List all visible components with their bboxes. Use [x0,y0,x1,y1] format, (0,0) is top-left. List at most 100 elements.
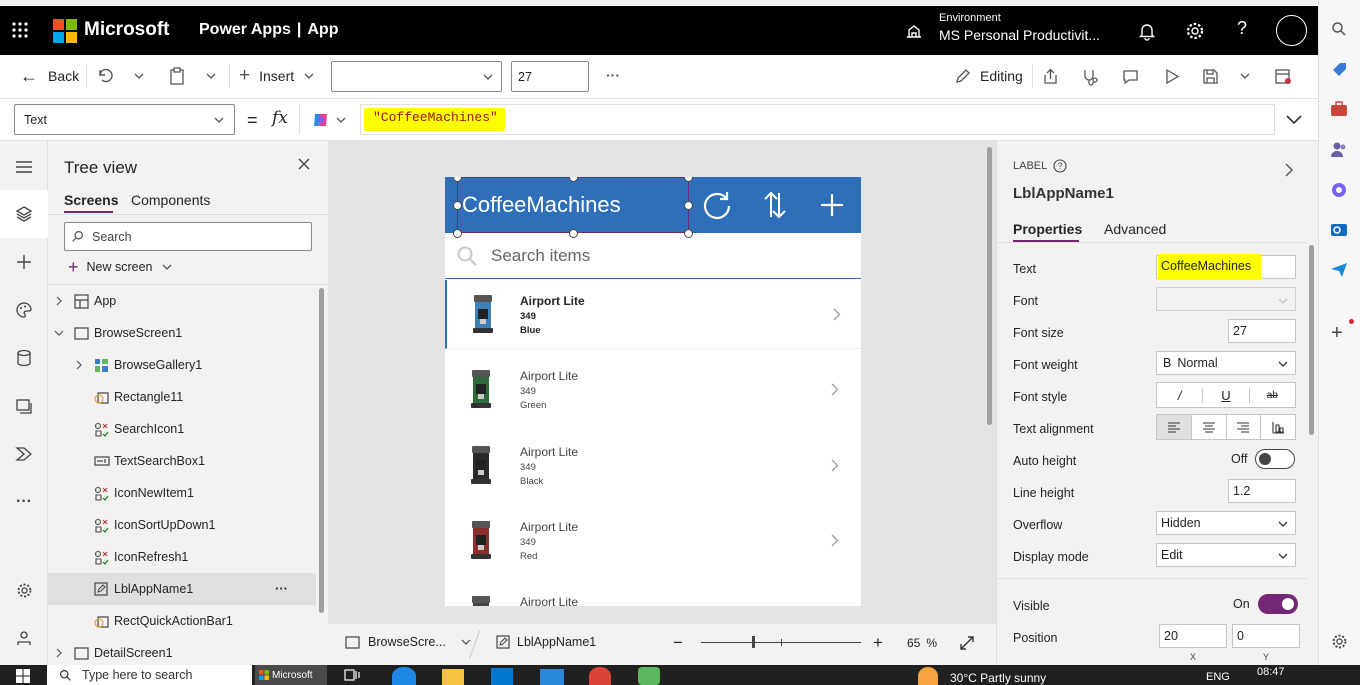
save-icon[interactable] [1202,68,1219,85]
chevron-right-icon[interactable] [1284,162,1294,178]
font-weight-dropdown[interactable]: B Normal [1156,351,1296,375]
resize-handle[interactable] [453,201,462,210]
data-icon[interactable] [0,334,48,382]
align-center-icon[interactable] [1192,415,1227,439]
tab-properties[interactable]: Properties [1013,221,1082,237]
browse-gallery[interactable]: Airport Lite 349 Blue Airport Lite 349 G… [445,280,861,606]
search-items-box[interactable]: Search items [445,233,861,279]
virtual-agent-icon[interactable] [0,614,48,662]
copilot-icon[interactable] [1330,181,1348,199]
copilot-button[interactable] [311,110,347,130]
paste-dropdown-icon[interactable] [205,70,217,82]
control-selector[interactable]: LblAppName1 [496,635,596,649]
app-checker-icon[interactable] [1081,68,1099,86]
chrome-icon[interactable] [589,667,611,685]
hamburger-menu-icon[interactable] [0,143,48,191]
zoom-out-button[interactable]: − [673,633,683,653]
list-item[interactable]: Airport Lite 349 Blue [445,280,861,349]
tree-search-input[interactable]: Search [64,222,312,251]
new-screen-button[interactable]: + New screen [68,258,173,276]
tree-item-iconnewitem1[interactable]: IconNewItem1 [48,477,316,509]
store-icon[interactable] [491,668,513,685]
language-indicator[interactable]: ENG [1206,671,1230,683]
properties-scrollbar[interactable] [1309,245,1314,435]
list-item[interactable]: Airport Lite 349 Green [445,355,861,424]
chevron-right-icon[interactable] [831,459,839,472]
more-commands-button[interactable]: ··· [606,67,620,83]
list-item[interactable]: Airport Lite 349 Black [445,431,861,500]
task-view-icon[interactable] [344,668,360,682]
visible-toggle[interactable]: On [1233,594,1298,614]
tree-item-iconsortupdown1[interactable]: IconSortUpDown1 [48,509,316,541]
tab-advanced[interactable]: Advanced [1104,221,1166,237]
taskbar-microsoft-widget[interactable]: Microsoft [255,665,327,685]
auto-height-toggle[interactable]: Off [1231,449,1296,469]
tag-icon[interactable] [1331,61,1348,78]
avatar[interactable] [1276,15,1307,46]
taskbar-search-input[interactable]: Type here to search [47,665,252,685]
app-title-label[interactable]: CoffeeMachines [457,177,689,233]
fit-to-window-icon[interactable] [959,635,975,651]
canvas-scrollbar[interactable] [987,147,992,425]
italic-button[interactable]: / [1157,387,1204,403]
people-icon[interactable] [1330,141,1348,159]
zoom-slider-thumb[interactable] [752,636,755,648]
line-height-input[interactable]: 1.2 [1228,479,1296,503]
media-icon[interactable] [0,382,48,430]
tree-item-app[interactable]: App [48,285,316,317]
font-size-input[interactable]: 27 [511,61,589,92]
formula-input[interactable]: "CoffeeMachines" [360,104,1275,135]
resize-handle[interactable] [684,201,693,210]
expand-formula-icon[interactable] [1285,111,1303,127]
send-icon[interactable] [1330,261,1348,279]
tree-view-icon[interactable] [0,190,48,238]
tree-item-more-button[interactable]: ··· [275,581,288,596]
tab-screens[interactable]: Screens [64,192,118,208]
clock[interactable]: 08:47 [1257,666,1285,678]
paste-icon[interactable] [168,67,186,85]
weather-text[interactable]: 30°C Partly sunny [950,671,1046,685]
settings-icon[interactable] [1185,21,1205,41]
tree-item-rectangle11[interactable]: Rectangle11 [48,381,316,413]
font-size-property-input[interactable]: 27 [1228,319,1296,343]
position-y-input[interactable]: 0 [1232,624,1300,648]
settings-icon[interactable] [1331,633,1348,650]
more-tools-icon[interactable]: ··· [0,478,48,526]
tree-item-lblappname1[interactable]: LblAppName1 ··· [48,573,316,605]
zoom-in-button[interactable]: + [873,633,883,653]
align-right-icon[interactable] [1227,415,1262,439]
font-property-dropdown[interactable] [1156,287,1296,311]
editing-mode-button[interactable]: Editing [955,68,1023,84]
outlook-icon[interactable] [1330,221,1348,239]
chevron-right-icon[interactable] [831,534,839,547]
app-icon[interactable] [638,667,660,685]
chevron-right-icon[interactable] [831,383,839,396]
theme-palette-icon[interactable] [0,286,48,334]
windows-start-icon[interactable] [16,669,30,683]
back-button[interactable]: ← Back [20,67,79,85]
environment-name[interactable]: MS Personal Productivit... [939,27,1100,43]
underline-button[interactable]: U [1203,387,1250,403]
save-dropdown-icon[interactable] [1239,70,1251,82]
app-breadcrumb[interactable]: Power Apps | App [199,21,338,39]
strikethrough-button[interactable]: ab [1250,390,1295,401]
close-icon[interactable] [297,157,311,171]
tree-item-browsegallery1[interactable]: BrowseGallery1 [48,349,316,381]
font-dropdown[interactable] [331,61,502,92]
file-explorer-icon[interactable] [442,669,464,685]
overflow-dropdown[interactable]: Hidden [1156,511,1296,535]
app-launcher-icon[interactable] [10,18,34,42]
screen-selector[interactable]: BrowseScre... [345,635,472,649]
tree-item-rectquickactionbar1[interactable]: RectQuickActionBar1 [48,605,316,637]
insert-button[interactable]: + Insert [239,66,315,85]
zoom-slider[interactable] [701,636,861,648]
list-item[interactable]: Airport Lite [445,581,861,606]
notifications-icon[interactable] [1137,21,1157,41]
share-icon[interactable] [1042,68,1059,85]
align-justify-icon[interactable] [1261,415,1295,439]
power-automate-icon[interactable] [0,430,48,478]
chevron-right-icon[interactable] [833,308,841,321]
comment-icon[interactable] [1122,68,1139,85]
undo-dropdown-icon[interactable] [133,70,145,82]
text-property-input[interactable]: CoffeeMachines [1156,254,1296,280]
